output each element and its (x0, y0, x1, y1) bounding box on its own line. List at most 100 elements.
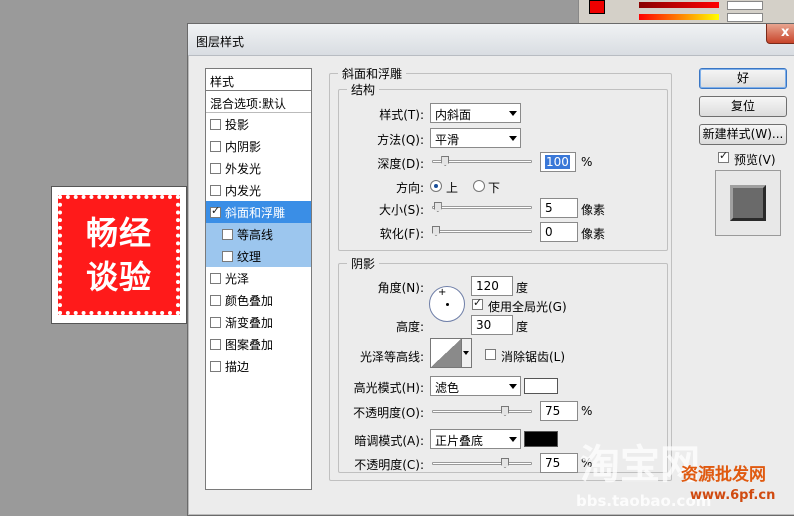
style-item-satin[interactable]: 光泽 (206, 267, 311, 289)
style-item-bevel-emboss[interactable]: 斜面和浮雕 (206, 201, 311, 223)
size-unit: 像素 (581, 203, 606, 217)
style-label: 样式(T): (379, 108, 424, 122)
checkbox[interactable] (210, 118, 221, 130)
gloss-contour-picker[interactable] (430, 338, 462, 368)
checkbox-checked[interactable] (210, 204, 221, 218)
shadow-mode-label: 暗调模式(A): (354, 434, 424, 448)
dialog-titlebar[interactable]: 图层样式 x (188, 24, 794, 56)
style-item-drop-shadow[interactable]: 投影 (206, 113, 311, 135)
highlight-opacity-input[interactable]: 75 (540, 401, 578, 421)
checkbox[interactable] (210, 360, 221, 372)
style-item-contour[interactable]: 等高线 (206, 223, 311, 245)
style-item-label: 渐变叠加 (225, 315, 274, 330)
shadow-opacity-slider[interactable] (432, 462, 532, 465)
style-list-header[interactable]: 样式 (206, 69, 311, 91)
style-item-stroke[interactable]: 描边 (206, 355, 311, 377)
style-item-label: 颜色叠加 (225, 293, 274, 308)
shadow-opacity-label: 不透明度(C): (354, 458, 424, 472)
dialog-title: 图层样式 (196, 35, 245, 49)
stamp-text-line1: 畅经 (85, 214, 152, 252)
stamp-text-line2: 谈验 (85, 258, 152, 296)
highlight-opacity-label: 不透明度(O): (353, 406, 424, 420)
shadow-mode-value: 正片叠底 (435, 434, 484, 448)
checkbox[interactable] (222, 228, 233, 240)
style-item-texture[interactable]: 纹理 (206, 245, 311, 267)
shadow-mode-select[interactable]: 正片叠底 (430, 429, 521, 449)
highlight-opacity-value: 75 (545, 404, 561, 418)
checkbox[interactable] (210, 140, 221, 152)
highlight-opacity-slider[interactable] (432, 410, 532, 413)
size-input[interactable]: 5 (540, 198, 578, 218)
watermark-brand: 资源批发网 (681, 465, 766, 485)
altitude-input[interactable]: 30 (471, 315, 513, 335)
angle-input[interactable]: 120 (471, 276, 513, 296)
light-source-icon: + (438, 287, 447, 298)
reset-button[interactable]: 复位 (699, 96, 787, 117)
red-value-field[interactable] (727, 1, 763, 10)
red-slider[interactable] (639, 2, 719, 8)
checkbox[interactable] (210, 316, 221, 328)
angle-label: 角度(N): (377, 281, 424, 295)
highlight-color-swatch[interactable] (524, 378, 558, 394)
depth-unit: % (581, 155, 593, 169)
style-item-label: 光泽 (225, 271, 250, 286)
style-item-label: 内阴影 (225, 139, 262, 154)
color-panel (578, 0, 794, 24)
size-slider[interactable] (432, 206, 532, 209)
style-item-outer-glow[interactable]: 外发光 (206, 157, 311, 179)
shadow-opacity-input[interactable]: 75 (540, 453, 578, 473)
soften-input[interactable]: 0 (540, 222, 578, 242)
highlight-mode-value: 滤色 (435, 381, 460, 395)
checkbox[interactable] (210, 338, 221, 350)
foreground-color-swatch[interactable] (589, 0, 605, 14)
direction-down-radio[interactable] (473, 180, 485, 192)
soften-label: 软化(F): (379, 227, 424, 241)
style-item-label: 斜面和浮雕 (225, 205, 286, 220)
soften-slider[interactable] (432, 230, 532, 233)
direction-label: 方向: (395, 181, 424, 195)
style-item-label: 图案叠加 (225, 337, 274, 352)
section-title: 斜面和浮雕 (338, 65, 407, 82)
style-item-inner-shadow[interactable]: 内阴影 (206, 135, 311, 157)
new-style-button[interactable]: 新建样式(W)... (699, 124, 787, 145)
style-item-gradient-overlay[interactable]: 渐变叠加 (206, 311, 311, 333)
watermark-brand-url: www.6pf.cn (690, 488, 776, 503)
checkbox[interactable] (222, 250, 233, 262)
close-button[interactable]: x (766, 24, 794, 44)
shading-title: 阴影 (347, 255, 380, 272)
style-item-pattern-overlay[interactable]: 图案叠加 (206, 333, 311, 355)
highlight-mode-select[interactable]: 滤色 (430, 376, 521, 396)
depth-value: 100 (545, 155, 570, 169)
angle-dial[interactable]: + (429, 286, 465, 322)
style-item-color-overlay[interactable]: 颜色叠加 (206, 289, 311, 311)
ok-button[interactable]: 好 (699, 68, 787, 89)
checkbox[interactable] (210, 272, 221, 284)
technique-value: 平滑 (435, 133, 460, 147)
blending-options-item[interactable]: 混合选项:默认 (206, 91, 311, 113)
bevel-style-select[interactable]: 内斜面 (430, 103, 521, 123)
preview-checkbox[interactable] (718, 149, 729, 163)
global-light-checkbox[interactable] (472, 296, 483, 310)
green-slider[interactable] (639, 14, 719, 20)
direction-up-radio[interactable] (430, 180, 442, 192)
depth-label: 深度(D): (377, 157, 424, 171)
antialiased-checkbox[interactable] (485, 349, 496, 360)
contour-dropdown[interactable] (462, 338, 472, 368)
style-item-inner-glow[interactable]: 内发光 (206, 179, 311, 201)
green-value-field[interactable] (727, 13, 763, 22)
direction-up-label: 上 (446, 181, 459, 195)
close-icon: x (781, 25, 790, 40)
style-item-label: 等高线 (237, 227, 274, 242)
structure-title: 结构 (347, 81, 380, 98)
shadow-color-swatch[interactable] (524, 431, 558, 447)
depth-input[interactable]: 100 (540, 152, 576, 172)
canvas-document: 畅经 谈验 (51, 186, 187, 324)
technique-select[interactable]: 平滑 (430, 128, 521, 148)
style-item-label: 描边 (225, 359, 250, 374)
chevron-down-icon (509, 136, 517, 141)
checkbox[interactable] (210, 184, 221, 196)
checkbox[interactable] (210, 162, 221, 174)
size-value: 5 (545, 201, 553, 215)
checkbox[interactable] (210, 294, 221, 306)
global-light-label: 使用全局光(G) (488, 300, 567, 314)
